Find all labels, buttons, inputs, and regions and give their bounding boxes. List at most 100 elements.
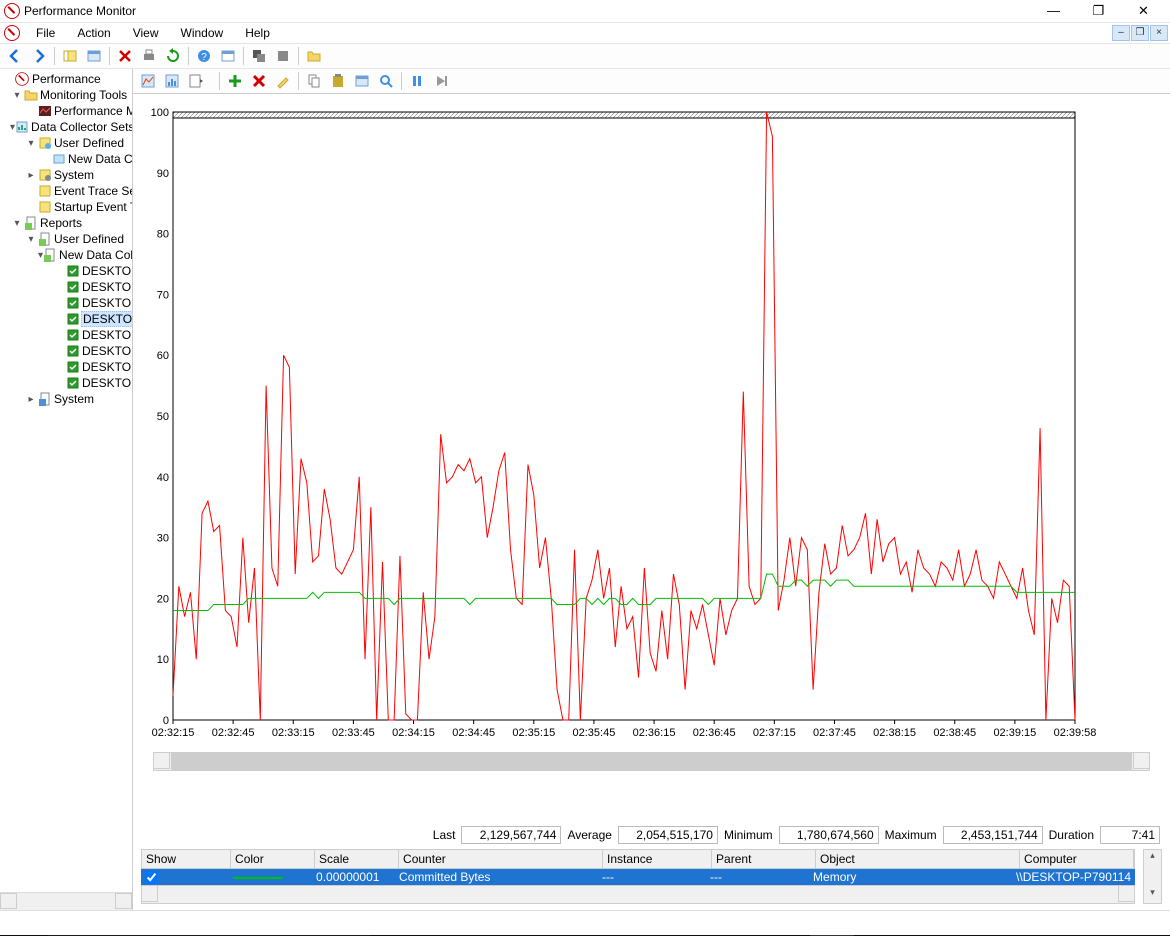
- col-color[interactable]: Color: [231, 850, 315, 868]
- view-log-button[interactable]: [161, 70, 183, 92]
- close-button[interactable]: ✕: [1121, 0, 1166, 22]
- tree-report-label: DESKTOP-P790114_20: [82, 280, 132, 294]
- twisty[interactable]: ▾: [10, 90, 24, 101]
- view-current-button[interactable]: [137, 70, 159, 92]
- stat-dur: 7:41: [1100, 826, 1160, 844]
- copy-button[interactable]: [303, 70, 325, 92]
- tree-perfmon[interactable]: Performance Monitor: [54, 104, 132, 118]
- graph-type-button[interactable]: [185, 70, 207, 92]
- tree-new-dcs[interactable]: New Data Collector Set: [68, 152, 132, 166]
- stat-avg: 2,054,515,170: [618, 826, 718, 844]
- status-bar: [0, 910, 1170, 935]
- maximize-button[interactable]: ❐: [1076, 0, 1121, 22]
- add-counter-button[interactable]: [224, 70, 246, 92]
- svg-text:02:37:15: 02:37:15: [753, 727, 796, 739]
- twisty[interactable]: ▾: [10, 218, 24, 229]
- tree-h-scrollbar[interactable]: [0, 892, 132, 910]
- counter-h-scrollbar[interactable]: [141, 885, 1135, 904]
- window-button[interactable]: [217, 45, 239, 67]
- twisty[interactable]: ▸: [24, 170, 38, 181]
- highlight-button[interactable]: [272, 70, 294, 92]
- col-computer[interactable]: Computer: [1020, 850, 1134, 868]
- col-parent[interactable]: Parent: [712, 850, 816, 868]
- minimize-button[interactable]: —: [1031, 0, 1076, 22]
- remove-counter-button[interactable]: [248, 70, 270, 92]
- perfmon-icon: [38, 104, 52, 118]
- col-show[interactable]: Show: [142, 850, 231, 868]
- mdi-minimize[interactable]: –: [1112, 25, 1130, 41]
- refresh-button[interactable]: [162, 45, 184, 67]
- help-button[interactable]: ?: [193, 45, 215, 67]
- menu-file[interactable]: File: [26, 23, 65, 43]
- tree: Performance ▾ Monitoring Tools Performanc…: [0, 69, 132, 892]
- system-icon: [38, 392, 52, 406]
- tree-report-item[interactable]: DESKTOP-P790114_20: [0, 295, 132, 311]
- tree-report-item[interactable]: DESKTOP-P790114_20: [0, 343, 132, 359]
- tree-performance[interactable]: Performance: [32, 72, 101, 86]
- mdi-restore[interactable]: ❐: [1131, 25, 1149, 41]
- tree-new-dcs-2[interactable]: New Data Collector Set: [59, 248, 132, 262]
- chart: 010203040506070809010002:32:1502:32:4502…: [143, 104, 1083, 744]
- report-icon: [66, 280, 80, 294]
- tree-report-item[interactable]: DESKTOP-P790114_20: [0, 311, 132, 327]
- print-button[interactable]: [138, 45, 160, 67]
- cascade-button[interactable]: [248, 45, 270, 67]
- tree-reports[interactable]: Reports: [40, 216, 82, 230]
- twisty[interactable]: ▸: [24, 394, 38, 405]
- tree-sets[interactable]: Startup Event Trace Sessions: [54, 200, 132, 214]
- menu-window[interactable]: Window: [171, 23, 234, 43]
- back-button[interactable]: [4, 45, 26, 67]
- show-hide-tree-button[interactable]: [59, 45, 81, 67]
- col-counter[interactable]: Counter: [399, 850, 603, 868]
- tree-system[interactable]: System: [54, 168, 94, 182]
- tree-report-item[interactable]: DESKTOP-P790114_20: [0, 327, 132, 343]
- col-scale[interactable]: Scale: [315, 850, 399, 868]
- twisty[interactable]: ▾: [24, 138, 38, 149]
- tree-report-label: DESKTOP-P790114_20: [82, 264, 132, 278]
- svg-text:40: 40: [157, 472, 169, 484]
- counter-row[interactable]: 0.00000001 Committed Bytes --- --- Memor…: [141, 869, 1135, 885]
- tree-report-item[interactable]: DESKTOP-P790114_20: [0, 375, 132, 391]
- svg-text:20: 20: [157, 593, 169, 605]
- tree-user-defined-2[interactable]: User Defined: [54, 232, 124, 246]
- reports-icon: [24, 216, 38, 230]
- tree-ets[interactable]: Event Trace Sessions: [54, 184, 132, 198]
- folder-icon: [24, 88, 38, 102]
- menu-view[interactable]: View: [123, 23, 169, 43]
- twisty[interactable]: ▾: [24, 234, 38, 245]
- forward-button[interactable]: [28, 45, 50, 67]
- svg-text:02:36:15: 02:36:15: [633, 727, 676, 739]
- tree-report-item[interactable]: DESKTOP-P790114_20: [0, 359, 132, 375]
- tree-report-item[interactable]: DESKTOP-P790114_20: [0, 263, 132, 279]
- ets-icon: [38, 184, 52, 198]
- counter-v-scrollbar[interactable]: ▴ ▾: [1143, 849, 1162, 904]
- dcs-item-icon: [52, 152, 66, 166]
- mdi-close[interactable]: ×: [1150, 25, 1168, 41]
- svg-text:10: 10: [157, 654, 169, 666]
- tree-system-2[interactable]: System: [54, 392, 94, 406]
- counter-show-checkbox[interactable]: [145, 871, 158, 884]
- col-instance[interactable]: Instance: [603, 850, 712, 868]
- delete-button[interactable]: [114, 45, 136, 67]
- paste-button[interactable]: [327, 70, 349, 92]
- stat-min-label: Minimum: [724, 828, 773, 842]
- chart-h-scrollbar[interactable]: [153, 752, 1150, 771]
- counter-computer: \\DESKTOP-P790114: [1012, 869, 1135, 885]
- update-button[interactable]: [430, 70, 452, 92]
- properties-chart-button[interactable]: [351, 70, 373, 92]
- folder-button[interactable]: [303, 45, 325, 67]
- counter-parent: ---: [706, 869, 809, 885]
- svg-text:02:38:15: 02:38:15: [873, 727, 916, 739]
- menu-action[interactable]: Action: [67, 23, 120, 43]
- freeze-button[interactable]: [406, 70, 428, 92]
- properties-button[interactable]: [83, 45, 105, 67]
- tree-dcs[interactable]: Data Collector Sets: [31, 120, 132, 134]
- tree-user-defined[interactable]: User Defined: [54, 136, 124, 150]
- tile-button[interactable]: [272, 45, 294, 67]
- zoom-button[interactable]: [375, 70, 397, 92]
- col-object[interactable]: Object: [816, 850, 1020, 868]
- menu-help[interactable]: Help: [235, 23, 280, 43]
- counter-scale: 0.00000001: [312, 869, 395, 885]
- tree-monitoring-tools[interactable]: Monitoring Tools: [40, 88, 127, 102]
- tree-report-item[interactable]: DESKTOP-P790114_20: [0, 279, 132, 295]
